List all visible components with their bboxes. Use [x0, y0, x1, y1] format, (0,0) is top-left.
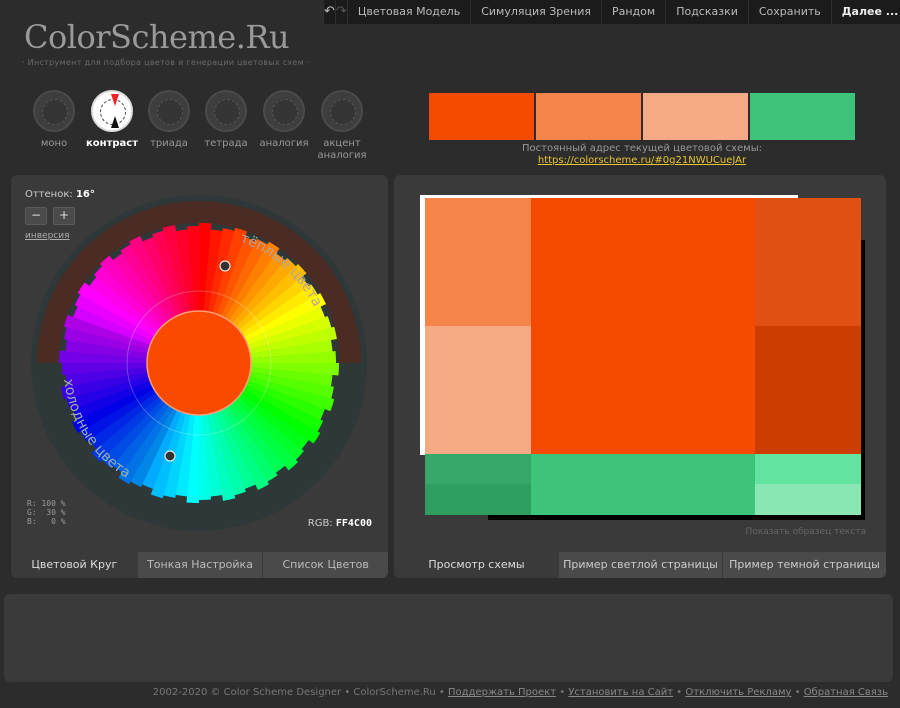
color-wheel-panel: тёплые цвета холодные цвета Оттенок: 16°… — [11, 175, 388, 578]
preview-block-primary — [531, 198, 755, 454]
undo-icon[interactable]: ↶ — [323, 0, 335, 24]
menu-next[interactable]: Далее ... — [830, 0, 900, 24]
rgb-caption: RGB: — [307, 518, 333, 529]
preview-block-darker — [755, 326, 861, 454]
color-wheel[interactable]: тёплые цвета холодные цвета — [29, 193, 369, 533]
footer-link-disable-ads[interactable]: Отключить Рекламу — [685, 687, 791, 698]
site-logo[interactable]: ColorScheme.Ru — [24, 18, 290, 56]
preview-block-dark — [755, 198, 861, 326]
rgb-b: B: 0 % — [27, 517, 66, 526]
rgb-g: G: 30 % — [27, 508, 66, 517]
redo-icon[interactable]: ↷ — [334, 0, 347, 24]
hue-plus-button[interactable]: + — [53, 207, 75, 225]
preview-block-pale — [425, 326, 531, 454]
bottom-panel — [4, 594, 893, 682]
rgb-r: R: 100 % — [27, 499, 66, 508]
swatch-light[interactable] — [536, 93, 641, 140]
right-tabs: Просмотр схемы Пример светлой страницы П… — [394, 552, 886, 578]
footer-link-feedback[interactable]: Обратная Связь — [804, 687, 888, 698]
complement-hue-handle[interactable] — [164, 450, 176, 462]
tab-color-wheel[interactable]: Цветовой Круг — [11, 552, 137, 578]
swatch-pale[interactable] — [643, 93, 748, 140]
show-sample-text-link[interactable]: Показать образец текста — [746, 527, 866, 537]
mono-dial-icon — [33, 90, 75, 132]
center-color — [146, 310, 252, 416]
swatch-complement[interactable] — [750, 93, 855, 140]
preview-block-green-pale — [755, 484, 861, 515]
footer: 2002-2020 © Color Scheme Designer • Colo… — [152, 687, 888, 698]
hue-value: 16° — [75, 189, 95, 200]
tetrad-dial-icon — [205, 90, 247, 132]
mode-tetrad[interactable]: тетрада — [197, 90, 255, 150]
left-tabs: Цветовой Круг Тонкая Настройка Список Цв… — [11, 552, 388, 578]
primary-hue-handle[interactable] — [219, 260, 231, 272]
tab-scheme-preview[interactable]: Просмотр схемы — [394, 552, 558, 578]
menu-vision-simulation[interactable]: Симуляция Зрения — [470, 0, 601, 24]
copyright: 2002-2020 © Color Scheme Designer • Colo… — [152, 687, 445, 698]
footer-link-support[interactable]: Поддержать Проект — [448, 687, 556, 698]
tab-color-list[interactable]: Список Цветов — [262, 552, 388, 578]
rgb-hex-readout: RGB: FF4C00 — [308, 518, 372, 529]
mode-mono[interactable]: моно — [25, 90, 83, 150]
preview-block-green-dark — [425, 454, 531, 484]
mode-label: контраст — [86, 138, 138, 149]
permalink-link[interactable]: https://colorscheme.ru/#0g21NWUCueJAr — [429, 155, 855, 166]
mode-accent-analogic[interactable]: акцент аналогия — [313, 90, 371, 162]
preview-block-light — [425, 198, 531, 326]
preview-block-complement — [531, 454, 755, 515]
mode-contrast[interactable]: контраст — [83, 90, 141, 150]
mode-label: триада — [150, 138, 188, 149]
tagline: · Инструмент для подбора цветов и генера… — [22, 58, 310, 67]
tab-fine-tuning[interactable]: Тонкая Настройка — [136, 552, 263, 578]
contrast-dial-icon — [91, 90, 133, 132]
scheme-preview — [420, 195, 865, 520]
mode-label: акцент аналогия — [317, 138, 367, 161]
menu-random[interactable]: Рандом — [600, 0, 665, 24]
preview-block-green-darker — [425, 484, 531, 515]
mode-label: тетрада — [204, 138, 248, 149]
menu-hints[interactable]: Подсказки — [665, 0, 748, 24]
rgb-percent-block: R: 100 % G: 30 % B: 0 % — [27, 499, 66, 526]
permalink-label: Постоянный адрес текущей цветовой схемы: — [521, 143, 762, 154]
accent-analogic-dial-icon — [321, 90, 363, 132]
top-menu: ↶ ↷ Цветовая Модель Симуляция Зрения Ран… — [323, 0, 900, 24]
needle-primary-icon — [111, 94, 119, 106]
scheme-preview-panel: Показать образец текста Просмотр схемы П… — [394, 175, 886, 578]
hue-caption: Оттенок: — [25, 189, 73, 200]
preview-block-green-light — [755, 454, 861, 484]
hue-minus-button[interactable]: − — [25, 207, 47, 225]
mode-label: моно — [40, 138, 68, 149]
menu-save[interactable]: Сохранить — [747, 0, 831, 24]
footer-link-install[interactable]: Установить на Сайт — [568, 687, 673, 698]
swatch-primary[interactable] — [429, 93, 534, 140]
tab-light-page-example[interactable]: Пример светлой страницы — [558, 552, 722, 578]
scheme-swatches — [429, 93, 855, 140]
menu-color-model[interactable]: Цветовая Модель — [346, 0, 470, 24]
rgb-hex-value[interactable]: FF4C00 — [336, 518, 372, 529]
analogic-dial-icon — [263, 90, 305, 132]
tab-dark-page-example[interactable]: Пример темной страницы — [722, 552, 886, 578]
mode-analogic[interactable]: аналогия — [255, 90, 313, 150]
needle-complement-icon — [111, 116, 119, 128]
mode-triad[interactable]: триада — [140, 90, 198, 150]
triad-dial-icon — [148, 90, 190, 132]
hue-label: Оттенок: 16° — [25, 189, 95, 200]
mode-label: аналогия — [259, 138, 309, 149]
inversion-link[interactable]: инверсия — [25, 231, 70, 241]
